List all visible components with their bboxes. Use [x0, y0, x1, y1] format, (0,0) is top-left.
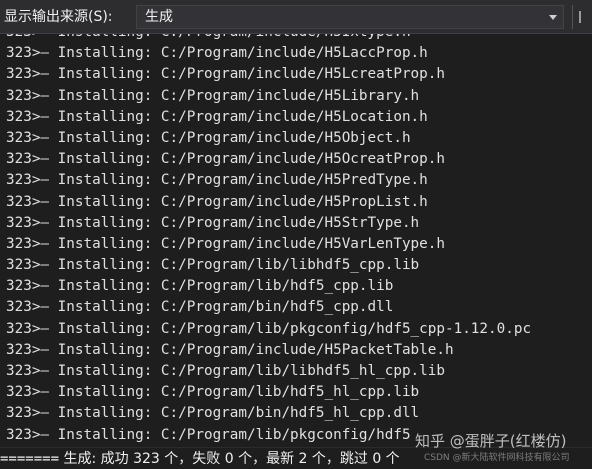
output-line: 323>— Installing: C:/Program/include/H5L… — [6, 66, 445, 83]
chevron-down-icon — [549, 15, 557, 20]
separator-icon — [579, 11, 581, 23]
output-line: 323>— Installing: C:/Program/include/H5L… — [6, 108, 428, 125]
output-line: 323>— Installing: C:/Program/include/H5V… — [6, 235, 445, 252]
output-line: 323>— Installing: C:/Program/include/H5I… — [6, 34, 531, 43]
toolbar-overflow-button[interactable] — [572, 5, 590, 29]
build-summary-text: 生成: 成功 323 个，失败 0 个，最新 2 个，跳过 0 个 — [63, 451, 400, 467]
output-line: 323>— Installing: C:/Program/lib/libhdf5… — [6, 257, 420, 274]
source-label: 显示输出来源(S): — [4, 9, 113, 25]
output-line: 323>— Installing: C:/Program/lib/hdf5_hl… — [6, 384, 420, 401]
output-line: 323>— Installing: C:/Program/bin/hdf5_cp… — [6, 299, 394, 316]
output-line: 323>— Installing: C:/Program/include/H5P… — [6, 193, 428, 210]
output-line: 323>— Installing: C:/Program/lib/hdf5_cp… — [6, 278, 394, 295]
output-lines: 323>— Installing: C:/Program/include/H5I… — [6, 34, 531, 446]
output-line: 323>— Installing: C:/Program/include/H5L… — [6, 45, 428, 62]
output-line: 323>— Installing: C:/Program/include/H5L… — [6, 87, 420, 104]
output-line: 323>— Installing: C:/Program/include/H5P… — [6, 341, 454, 358]
output-source-dropdown[interactable]: 生成 — [136, 5, 564, 29]
build-output-pane[interactable]: 323>— Installing: C:/Program/include/H5I… — [0, 34, 592, 447]
output-line: 323>— Installing: C:/Program/bin/hdf5_hl… — [6, 405, 420, 422]
watermark-sub: CSDN @新大陆软件网科技有限公司 — [424, 453, 570, 463]
output-toolbar: 显示输出来源(S): 生成 — [0, 0, 592, 34]
watermark: 知乎 @蛋胖子(红楼仿) — [415, 432, 567, 450]
output-line: 323>— Installing: C:/Program/include/H5O… — [6, 129, 411, 146]
output-source-value: 生成 — [145, 9, 173, 25]
output-line: 323>— Installing: C:/Program/lib/pkgconf… — [6, 320, 532, 337]
summary-separator: ======= — [0, 451, 60, 467]
output-line: 323>— Installing: C:/Program/include/H5P… — [6, 172, 428, 189]
output-line: 323>— Installing: C:/Program/lib/libhdf5… — [6, 363, 445, 379]
output-line: 323>— Installing: C:/Program/include/H5S… — [6, 214, 420, 231]
build-summary: ======= 生成: 成功 323 个，失败 0 个，最新 2 个，跳过 0 … — [0, 449, 400, 469]
output-line: 323>— Installing: C:/Program/include/H5O… — [6, 151, 445, 168]
